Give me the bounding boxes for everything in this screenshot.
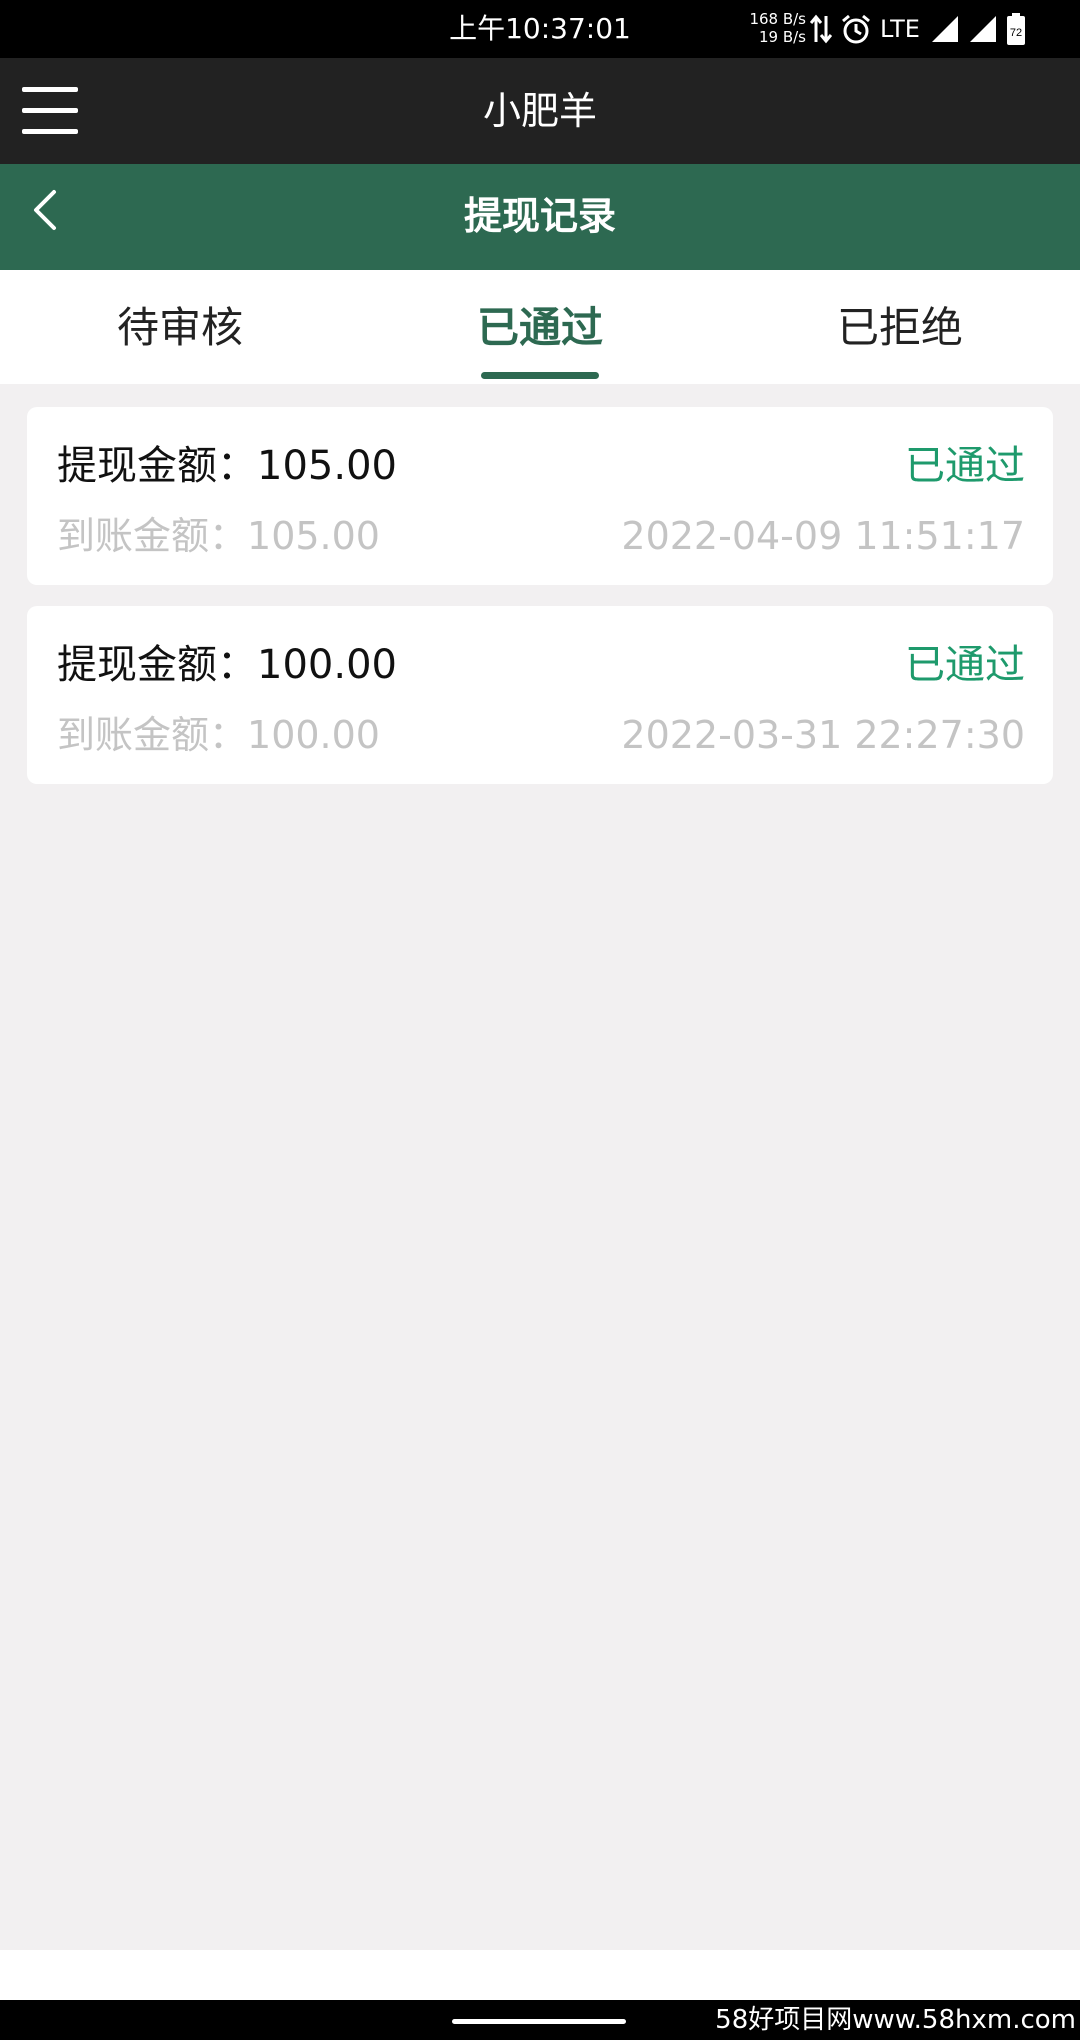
record-time: 2022-04-09 11:51:17 — [621, 514, 1025, 558]
app-bar: 小肥羊 — [0, 58, 1080, 164]
tab-label: 已通过 — [476, 303, 603, 352]
app-title: 小肥羊 — [482, 89, 597, 133]
page-header: 提现记录 — [0, 164, 1080, 270]
system-nav-bar: 58好项目网www.58hxm.com — [0, 2000, 1080, 2040]
tab-approved[interactable]: 已通过 — [360, 270, 720, 384]
battery-level: 72 — [1010, 27, 1022, 39]
active-tab-indicator — [481, 372, 599, 379]
download-speed: 19 B/s — [758, 28, 806, 46]
tab-pending[interactable]: 待审核 — [0, 270, 360, 384]
status-bar: 上午10:37:01 168 B/s 19 B/s LTE 72 — [0, 0, 1080, 58]
withdraw-amount: 提现金额：100.00 — [57, 638, 397, 692]
page-title: 提现记录 — [463, 194, 616, 238]
tab-label: 已拒绝 — [836, 303, 963, 352]
received-value: 105.00 — [247, 514, 380, 558]
withdraw-amount: 提现金额：105.00 — [57, 439, 397, 493]
record-status: 已通过 — [905, 642, 1025, 688]
tab-rejected[interactable]: 已拒绝 — [720, 270, 1080, 384]
data-transfer-icon — [810, 12, 832, 46]
withdraw-value: 105.00 — [257, 443, 397, 489]
status-icons: LTE 72 — [810, 9, 1026, 49]
withdraw-label: 提现金额： — [57, 642, 257, 688]
withdraw-value: 100.00 — [257, 642, 397, 688]
battery-icon: 72 — [1006, 12, 1026, 46]
withdraw-label: 提现金额： — [57, 443, 257, 489]
network-speed: 168 B/s 19 B/s — [744, 10, 806, 46]
tab-label: 待审核 — [116, 303, 243, 352]
network-type: LTE — [880, 15, 920, 43]
record-time: 2022-03-31 22:27:30 — [621, 713, 1025, 757]
watermark: 58好项目网www.58hxm.com — [715, 2005, 1076, 2035]
record-status: 已通过 — [905, 443, 1025, 489]
home-indicator[interactable] — [452, 2019, 626, 2024]
received-value: 100.00 — [247, 713, 380, 757]
received-label: 到账金额： — [57, 514, 248, 558]
tab-bar: 待审核 已通过 已拒绝 — [0, 270, 1080, 384]
signal-icon — [968, 14, 998, 44]
record-card[interactable]: 提现金额：105.00 已通过 到账金额：105.00 2022-04-09 1… — [27, 407, 1053, 585]
record-card[interactable]: 提现金额：100.00 已通过 到账金额：100.00 2022-03-31 2… — [27, 606, 1053, 784]
received-amount: 到账金额：105.00 — [57, 511, 380, 561]
alarm-icon — [840, 13, 872, 45]
bottom-strip — [0, 1950, 1080, 2000]
received-label: 到账金额： — [57, 713, 248, 757]
signal-icon — [930, 14, 960, 44]
upload-speed: 168 B/s — [749, 10, 806, 28]
received-amount: 到账金额：100.00 — [57, 710, 380, 760]
